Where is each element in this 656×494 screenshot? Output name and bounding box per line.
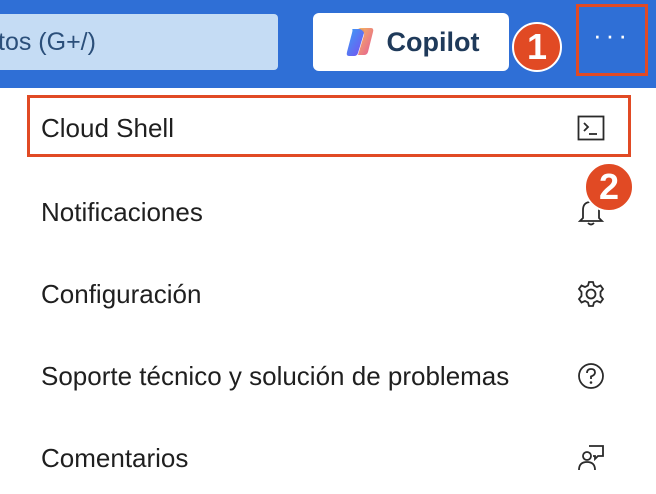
menu-item-feedback[interactable]: Comentarios	[24, 428, 632, 488]
search-text: tos (G+/)	[0, 27, 96, 56]
search-box[interactable]: tos (G+/)	[0, 14, 278, 70]
feedback-icon	[573, 440, 609, 476]
copilot-logo-icon	[346, 28, 373, 56]
menu-item-label: Notificaciones	[41, 196, 203, 227]
step-badge-1: 1	[512, 22, 562, 72]
ellipsis-icon: ···	[593, 20, 631, 50]
copilot-label: Copilot	[386, 26, 480, 57]
question-icon	[573, 358, 609, 394]
more-options-button[interactable]: ···	[576, 4, 648, 76]
cloud-shell-highlight	[27, 95, 631, 157]
step-badge-2: 2	[584, 162, 634, 212]
gear-icon	[573, 276, 609, 312]
menu-item-label: Soporte técnico y solución de problemas	[41, 360, 510, 391]
menu-item-notifications[interactable]: Notificaciones	[24, 182, 632, 242]
menu-item-support[interactable]: Soporte técnico y solución de problemas	[24, 346, 632, 406]
menu-item-label: Configuración	[41, 278, 202, 309]
copilot-button[interactable]: Copilot	[313, 13, 509, 71]
menu-item-label: Comentarios	[41, 442, 189, 473]
menu-item-settings[interactable]: Configuración	[24, 264, 632, 324]
